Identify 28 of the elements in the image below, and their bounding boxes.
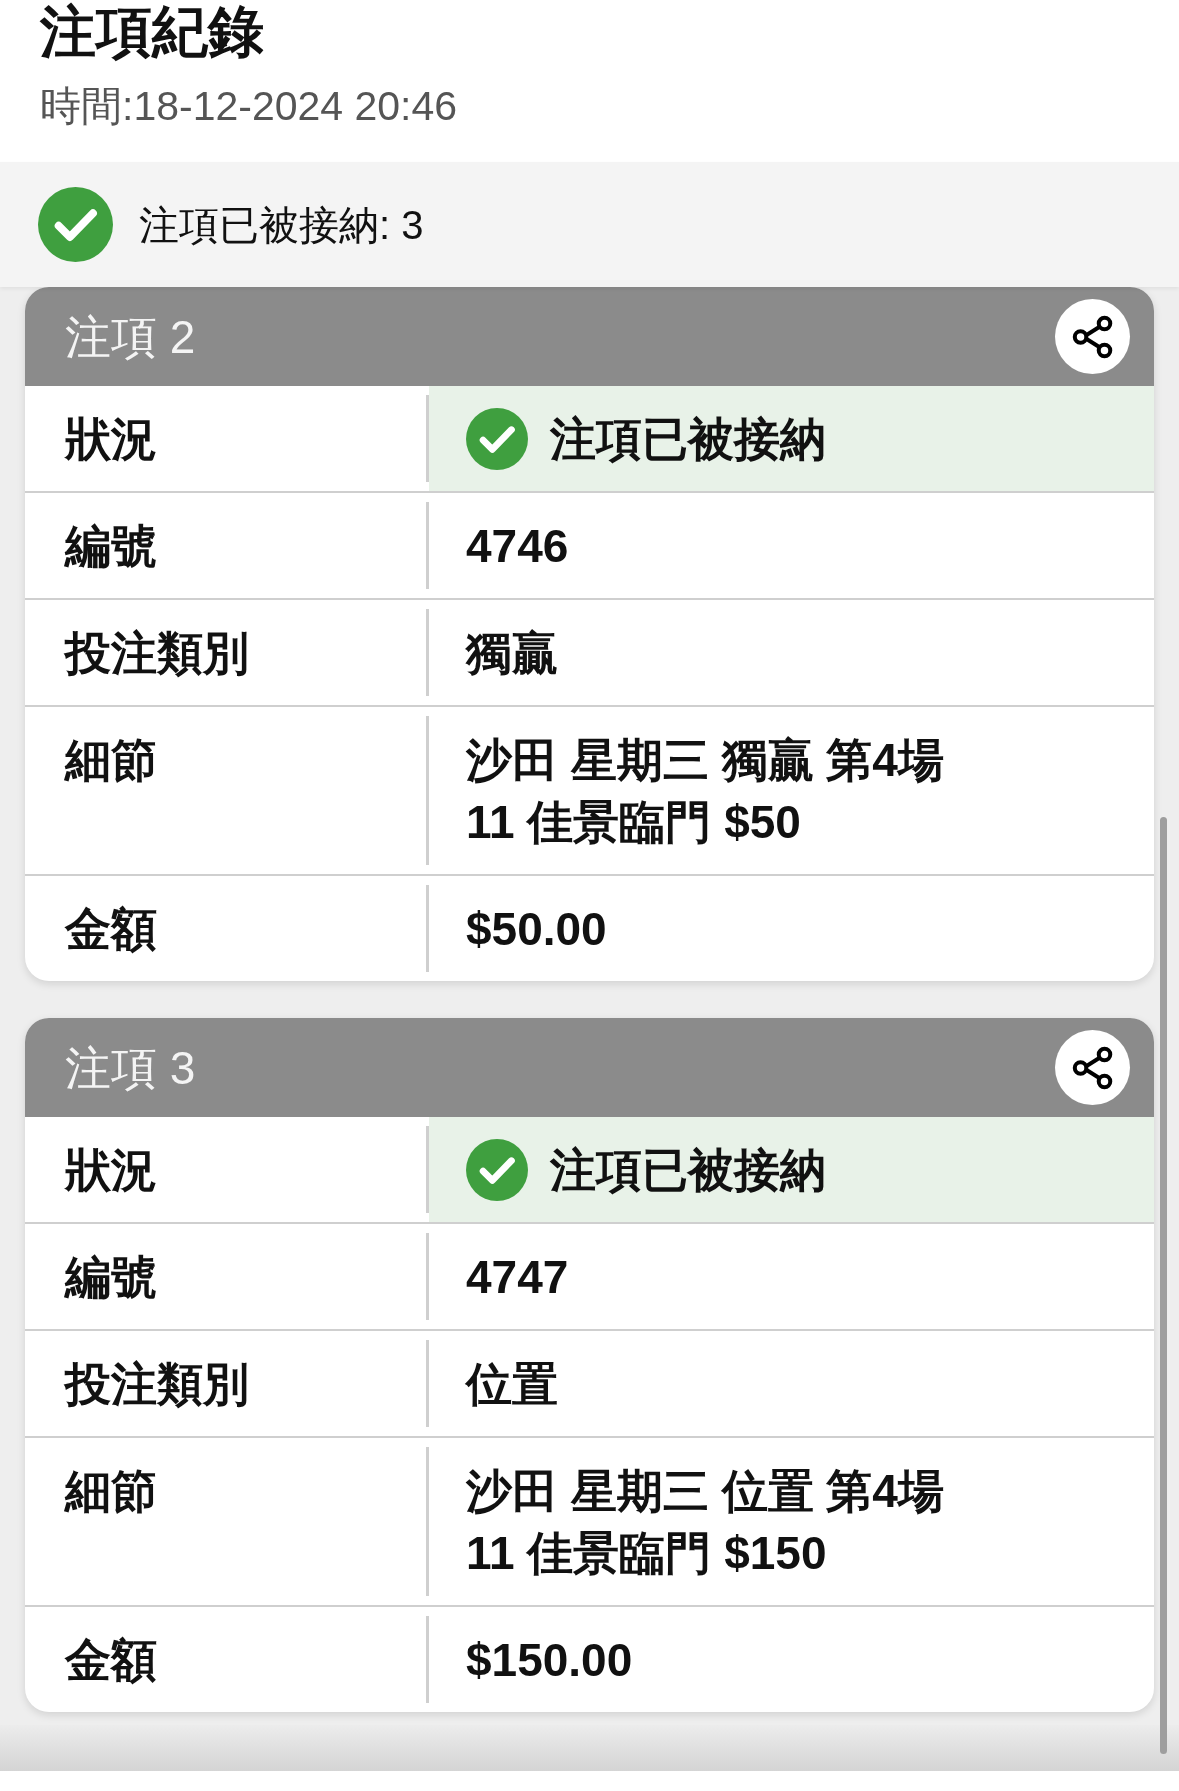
field-label: 投注類別 xyxy=(65,1358,249,1410)
scrollbar-thumb[interactable] xyxy=(1160,817,1167,1754)
field-value: 4746 xyxy=(466,520,569,572)
timestamp: 時間:18-12-2024 20:46 xyxy=(40,82,458,131)
summary-text: 注項已被接納: 3 xyxy=(139,201,424,249)
field-label: 細節 xyxy=(65,1465,157,1517)
field-value: $150.00 xyxy=(466,1634,633,1686)
field-label: 金額 xyxy=(65,903,157,955)
field-value: 獨贏 xyxy=(466,627,558,679)
field-label: 狀況 xyxy=(65,413,157,465)
field-label: 金額 xyxy=(65,1634,157,1686)
field-value: 4747 xyxy=(466,1251,569,1303)
check-icon xyxy=(466,408,528,470)
field-value: 沙田 星期三 獨贏 第4場 11 佳景臨門 $50 xyxy=(466,734,944,848)
field-value: 沙田 星期三 位置 第4場 11 佳景臨門 $150 xyxy=(466,1465,944,1579)
field-value: 位置 xyxy=(466,1358,558,1410)
field-label: 編號 xyxy=(65,1251,157,1303)
check-icon xyxy=(466,1139,528,1201)
page-title: 注項紀錄 xyxy=(40,0,264,64)
status-text: 注項已被接納 xyxy=(550,412,826,467)
field-label: 編號 xyxy=(65,520,157,572)
field-label: 投注類別 xyxy=(65,627,249,679)
card-title: 注項 3 xyxy=(65,1040,196,1096)
field-label: 細節 xyxy=(65,734,157,786)
card-title: 注項 2 xyxy=(65,309,196,365)
status-text: 注項已被接納 xyxy=(550,1143,826,1198)
field-value: $50.00 xyxy=(466,903,607,955)
field-label: 狀況 xyxy=(65,1144,157,1196)
